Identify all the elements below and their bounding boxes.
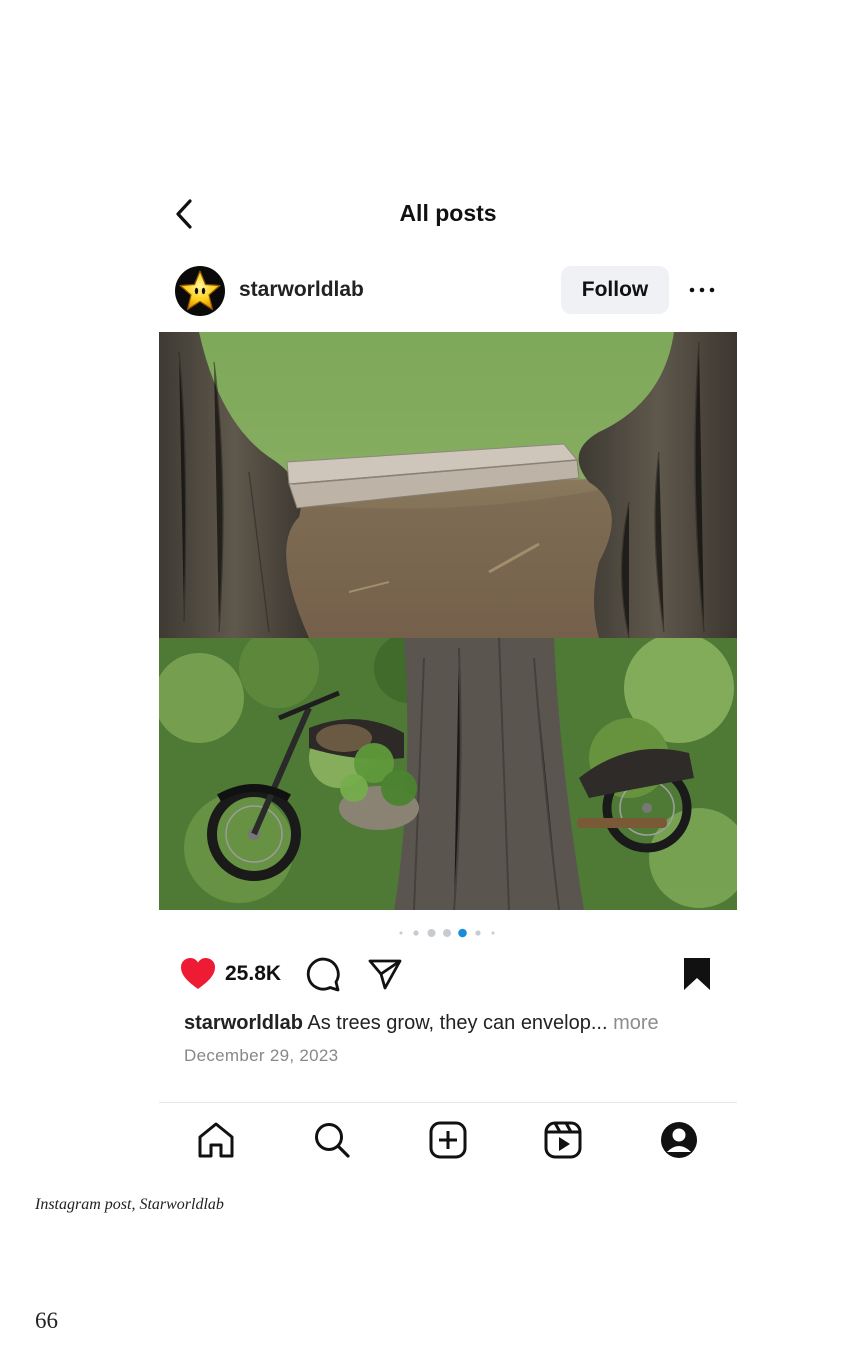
search-icon[interactable] [312,1120,352,1160]
post-username[interactable]: starworldlab [239,278,364,302]
more-dots-icon[interactable] [685,278,719,302]
carousel-dots [399,928,495,938]
like-count[interactable]: 25.8K [225,962,281,986]
carousel-dot-active [458,928,467,938]
avatar[interactable] [175,266,225,316]
caption-username[interactable]: starworldlab [184,1012,303,1034]
comment-icon[interactable] [305,956,341,992]
star-avatar-icon [179,270,221,311]
bookmark-icon[interactable] [681,956,713,992]
figure-caption: Instagram post, Starworldlab [35,1196,224,1213]
carousel-dot [427,929,436,937]
carousel-dot [475,930,481,936]
home-icon[interactable] [196,1120,236,1160]
post-date: December 29, 2023 [184,1046,339,1065]
reels-icon[interactable] [543,1120,583,1160]
follow-button[interactable]: Follow [561,266,669,314]
caption-more-link[interactable]: more [613,1012,659,1034]
post-image-motorcycle[interactable] [159,638,737,910]
post-image-bench[interactable] [159,332,737,638]
profile-icon[interactable] [659,1120,699,1160]
carousel-dot [491,931,495,935]
nav-divider [159,1102,737,1103]
caption-text: As trees grow, they can envelop... [302,1012,614,1034]
create-icon[interactable] [428,1120,468,1160]
page-title: All posts [399,200,497,226]
heart-icon[interactable] [179,956,217,992]
carousel-dot [399,931,403,935]
instagram-screen: All posts starworldlab Follow 25.8K star… [159,186,737,1176]
carousel-dot [443,929,451,937]
page-number: 66 [35,1308,58,1333]
post-caption: starworldlab As trees grow, they can env… [184,1012,659,1035]
carousel-dot [413,930,419,936]
share-icon[interactable] [367,956,403,992]
